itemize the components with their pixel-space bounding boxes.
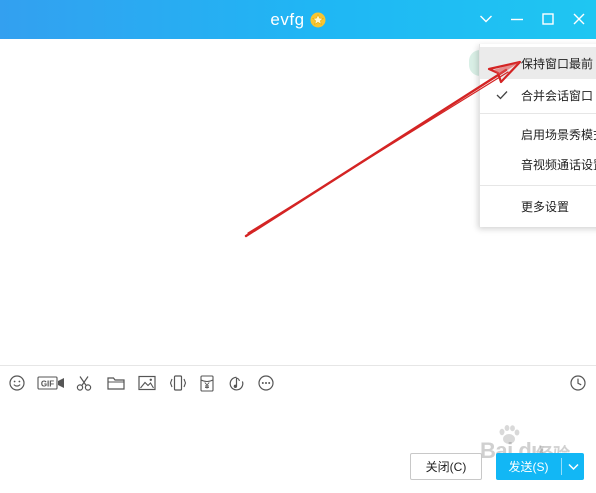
- folder-icon[interactable]: [106, 371, 126, 395]
- send-options-chevron-icon[interactable]: [562, 453, 584, 480]
- close-icon[interactable]: [569, 9, 589, 29]
- title-bar[interactable]: evfg: [0, 0, 596, 39]
- menu-item-keep-on-top[interactable]: 保持窗口最前: [480, 47, 596, 79]
- maximize-icon[interactable]: [538, 9, 558, 29]
- menu-item-av-settings[interactable]: 音视频通话设置: [480, 148, 596, 180]
- settings-menu: 保持窗口最前 合并会话窗口 启用场景秀模式 音视频通话设置 更多设置: [479, 44, 596, 227]
- gif-icon[interactable]: GIF: [37, 371, 65, 395]
- scissors-icon[interactable]: [74, 371, 94, 395]
- menu-item-merge-windows[interactable]: 合并会话窗口: [480, 79, 596, 111]
- chevron-down-icon[interactable]: [476, 9, 496, 29]
- menu-divider: [480, 185, 596, 186]
- gif-label: GIF: [41, 379, 54, 388]
- more-icon[interactable]: [257, 371, 275, 395]
- image-icon[interactable]: [137, 371, 157, 395]
- contact-name: evfg: [270, 9, 305, 29]
- close-button[interactable]: 关闭(C): [410, 453, 482, 480]
- red-packet-icon[interactable]: [199, 371, 215, 395]
- star-badge-icon: [310, 12, 326, 28]
- minimize-icon[interactable]: [507, 9, 527, 29]
- send-label: 发送(S): [508, 460, 549, 474]
- divider: [0, 365, 596, 366]
- send-button[interactable]: 发送(S): [496, 453, 584, 480]
- menu-item-label: 合并会话窗口: [521, 88, 594, 103]
- history-icon[interactable]: [569, 371, 587, 395]
- check-icon: [496, 91, 508, 100]
- menu-item-scene-show[interactable]: 启用场景秀模式: [480, 118, 596, 150]
- input-toolbar: GIF: [0, 371, 596, 395]
- music-icon[interactable]: [227, 371, 245, 395]
- menu-divider: [480, 113, 596, 114]
- message-input[interactable]: [0, 398, 596, 448]
- shake-icon[interactable]: [168, 371, 188, 395]
- emoji-icon[interactable]: [8, 371, 26, 395]
- menu-item-more-settings[interactable]: 更多设置: [480, 190, 596, 222]
